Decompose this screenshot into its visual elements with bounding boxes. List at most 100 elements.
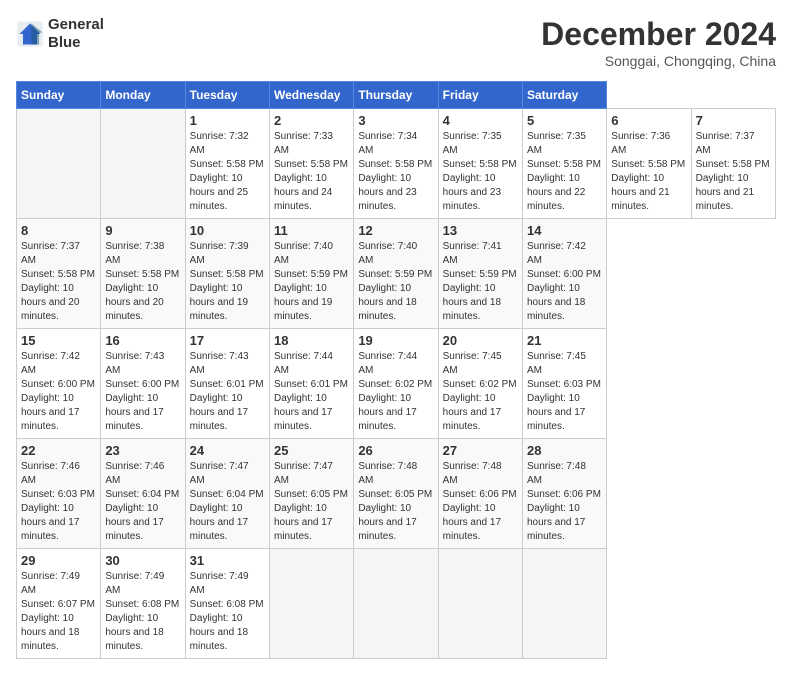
weekday-header: Tuesday bbox=[185, 82, 269, 109]
day-number: 1 bbox=[190, 113, 265, 128]
day-number: 20 bbox=[443, 333, 518, 348]
day-info: Sunrise: 7:44 AMSunset: 6:02 PMDaylight:… bbox=[358, 350, 433, 434]
day-info: Sunrise: 7:32 AMSunset: 5:58 PMDaylight:… bbox=[190, 130, 265, 214]
calendar-cell: 14 Sunrise: 7:42 AMSunset: 6:00 PMDayligh… bbox=[522, 219, 606, 329]
day-number: 30 bbox=[105, 553, 180, 568]
day-info: Sunrise: 7:44 AMSunset: 6:01 PMDaylight:… bbox=[274, 350, 349, 434]
calendar-cell: 25Sunrise: 7:47 AMSunset: 6:05 PMDayligh… bbox=[269, 439, 353, 549]
calendar-week-row: 22 Sunrise: 7:46 AMSunset: 6:03 PMDayligh… bbox=[17, 439, 776, 549]
day-info: Sunrise: 7:37 AMSunset: 5:58 PMDaylight:… bbox=[21, 240, 96, 324]
calendar-week-row: 15Sunrise: 7:42 AMSunset: 6:00 PMDayligh… bbox=[17, 329, 776, 439]
day-info: Sunrise: 7:47 AMSunset: 6:05 PMDaylight:… bbox=[274, 460, 349, 544]
calendar-header-row: SundayMondayTuesdayWednesdayThursdayFrid… bbox=[17, 82, 776, 109]
day-number: 12 bbox=[358, 223, 433, 238]
day-number: 24 bbox=[190, 443, 265, 458]
calendar-cell: 7Sunrise: 7:37 AMSunset: 5:58 PMDaylight… bbox=[691, 109, 775, 219]
day-number: 21 bbox=[527, 333, 602, 348]
day-number: 23 bbox=[105, 443, 180, 458]
day-info: Sunrise: 7:36 AMSunset: 5:58 PMDaylight:… bbox=[611, 130, 686, 214]
calendar-cell: 31 Sunrise: 7:49 AMSunset: 6:08 PMDayligh… bbox=[185, 549, 269, 659]
weekday-header: Sunday bbox=[17, 82, 101, 109]
logo: General Blue bbox=[16, 16, 104, 52]
day-number: 11 bbox=[274, 223, 349, 238]
calendar-cell: 10 Sunrise: 7:39 AMSunset: 5:58 PMDayligh… bbox=[185, 219, 269, 329]
weekday-header: Thursday bbox=[354, 82, 438, 109]
calendar-cell: 15Sunrise: 7:42 AMSunset: 6:00 PMDayligh… bbox=[17, 329, 101, 439]
calendar-cell: 29Sunrise: 7:49 AMSunset: 6:07 PMDayligh… bbox=[17, 549, 101, 659]
day-number: 9 bbox=[105, 223, 180, 238]
day-info: Sunrise: 7:39 AMSunset: 5:58 PMDaylight:… bbox=[190, 240, 265, 324]
calendar-cell: 1 Sunrise: 7:32 AMSunset: 5:58 PMDaylight… bbox=[185, 109, 269, 219]
day-info: Sunrise: 7:48 AMSunset: 6:06 PMDaylight:… bbox=[443, 460, 518, 544]
day-number: 3 bbox=[358, 113, 433, 128]
day-info: Sunrise: 7:41 AMSunset: 5:59 PMDaylight:… bbox=[443, 240, 518, 324]
day-info: Sunrise: 7:46 AMSunset: 6:04 PMDaylight:… bbox=[105, 460, 180, 544]
calendar-cell: 11 Sunrise: 7:40 AMSunset: 5:59 PMDayligh… bbox=[269, 219, 353, 329]
calendar-cell: 28Sunrise: 7:48 AMSunset: 6:06 PMDayligh… bbox=[522, 439, 606, 549]
day-info: Sunrise: 7:46 AMSunset: 6:03 PMDaylight:… bbox=[21, 460, 96, 544]
day-number: 22 bbox=[21, 443, 96, 458]
calendar-cell: 23 Sunrise: 7:46 AMSunset: 6:04 PMDayligh… bbox=[101, 439, 185, 549]
calendar-cell: 12Sunrise: 7:40 AMSunset: 5:59 PMDayligh… bbox=[354, 219, 438, 329]
calendar-cell: 4Sunrise: 7:35 AMSunset: 5:58 PMDaylight… bbox=[438, 109, 522, 219]
month-title: December 2024 bbox=[541, 16, 776, 53]
day-number: 6 bbox=[611, 113, 686, 128]
day-number: 31 bbox=[190, 553, 265, 568]
calendar-cell: 30Sunrise: 7:49 AMSunset: 6:08 PMDayligh… bbox=[101, 549, 185, 659]
day-info: Sunrise: 7:49 AMSunset: 6:08 PMDaylight:… bbox=[190, 570, 265, 654]
calendar-cell: 6 Sunrise: 7:36 AMSunset: 5:58 PMDaylight… bbox=[607, 109, 691, 219]
weekday-header: Friday bbox=[438, 82, 522, 109]
calendar-cell: 3 Sunrise: 7:34 AMSunset: 5:58 PMDaylight… bbox=[354, 109, 438, 219]
day-info: Sunrise: 7:49 AMSunset: 6:07 PMDaylight:… bbox=[21, 570, 96, 654]
page-header: General Blue December 2024 Songgai, Chon… bbox=[16, 16, 776, 69]
calendar-cell: 17Sunrise: 7:43 AMSunset: 6:01 PMDayligh… bbox=[185, 329, 269, 439]
day-number: 16 bbox=[105, 333, 180, 348]
calendar-cell bbox=[522, 549, 606, 659]
calendar-cell: 22 Sunrise: 7:46 AMSunset: 6:03 PMDayligh… bbox=[17, 439, 101, 549]
day-number: 8 bbox=[21, 223, 96, 238]
day-number: 10 bbox=[190, 223, 265, 238]
calendar-cell bbox=[438, 549, 522, 659]
day-number: 18 bbox=[274, 333, 349, 348]
calendar-week-row: 8 Sunrise: 7:37 AMSunset: 5:58 PMDaylight… bbox=[17, 219, 776, 329]
day-info: Sunrise: 7:34 AMSunset: 5:58 PMDaylight:… bbox=[358, 130, 433, 214]
day-number: 13 bbox=[443, 223, 518, 238]
day-info: Sunrise: 7:48 AMSunset: 6:06 PMDaylight:… bbox=[527, 460, 602, 544]
day-number: 26 bbox=[358, 443, 433, 458]
day-number: 27 bbox=[443, 443, 518, 458]
calendar-cell bbox=[17, 109, 101, 219]
day-info: Sunrise: 7:43 AMSunset: 6:00 PMDaylight:… bbox=[105, 350, 180, 434]
day-number: 19 bbox=[358, 333, 433, 348]
calendar-week-row: 1 Sunrise: 7:32 AMSunset: 5:58 PMDaylight… bbox=[17, 109, 776, 219]
calendar-cell: 8 Sunrise: 7:37 AMSunset: 5:58 PMDaylight… bbox=[17, 219, 101, 329]
day-number: 2 bbox=[274, 113, 349, 128]
day-info: Sunrise: 7:42 AMSunset: 6:00 PMDaylight:… bbox=[21, 350, 96, 434]
day-info: Sunrise: 7:48 AMSunset: 6:05 PMDaylight:… bbox=[358, 460, 433, 544]
calendar-cell bbox=[101, 109, 185, 219]
calendar-cell: 13 Sunrise: 7:41 AMSunset: 5:59 PMDayligh… bbox=[438, 219, 522, 329]
calendar-cell: 5Sunrise: 7:35 AMSunset: 5:58 PMDaylight… bbox=[522, 109, 606, 219]
calendar-cell: 16 Sunrise: 7:43 AMSunset: 6:00 PMDayligh… bbox=[101, 329, 185, 439]
calendar-cell: 21 Sunrise: 7:45 AMSunset: 6:03 PMDayligh… bbox=[522, 329, 606, 439]
day-info: Sunrise: 7:33 AMSunset: 5:58 PMDaylight:… bbox=[274, 130, 349, 214]
calendar-cell: 9 Sunrise: 7:38 AMSunset: 5:58 PMDaylight… bbox=[101, 219, 185, 329]
day-number: 17 bbox=[190, 333, 265, 348]
day-number: 5 bbox=[527, 113, 602, 128]
weekday-header: Monday bbox=[101, 82, 185, 109]
day-number: 4 bbox=[443, 113, 518, 128]
day-number: 14 bbox=[527, 223, 602, 238]
day-info: Sunrise: 7:38 AMSunset: 5:58 PMDaylight:… bbox=[105, 240, 180, 324]
calendar-cell: 19 Sunrise: 7:44 AMSunset: 6:02 PMDayligh… bbox=[354, 329, 438, 439]
day-number: 7 bbox=[696, 113, 771, 128]
location: Songgai, Chongqing, China bbox=[541, 53, 776, 69]
day-info: Sunrise: 7:47 AMSunset: 6:04 PMDaylight:… bbox=[190, 460, 265, 544]
calendar-table: SundayMondayTuesdayWednesdayThursdayFrid… bbox=[16, 81, 776, 659]
calendar-cell: 2 Sunrise: 7:33 AMSunset: 5:58 PMDaylight… bbox=[269, 109, 353, 219]
day-info: Sunrise: 7:40 AMSunset: 5:59 PMDaylight:… bbox=[274, 240, 349, 324]
day-info: Sunrise: 7:45 AMSunset: 6:02 PMDaylight:… bbox=[443, 350, 518, 434]
day-info: Sunrise: 7:45 AMSunset: 6:03 PMDaylight:… bbox=[527, 350, 602, 434]
calendar-cell: 27 Sunrise: 7:48 AMSunset: 6:06 PMDayligh… bbox=[438, 439, 522, 549]
day-info: Sunrise: 7:42 AMSunset: 6:00 PMDaylight:… bbox=[527, 240, 602, 324]
title-block: December 2024 Songgai, Chongqing, China bbox=[541, 16, 776, 69]
logo-text: General Blue bbox=[48, 16, 104, 52]
